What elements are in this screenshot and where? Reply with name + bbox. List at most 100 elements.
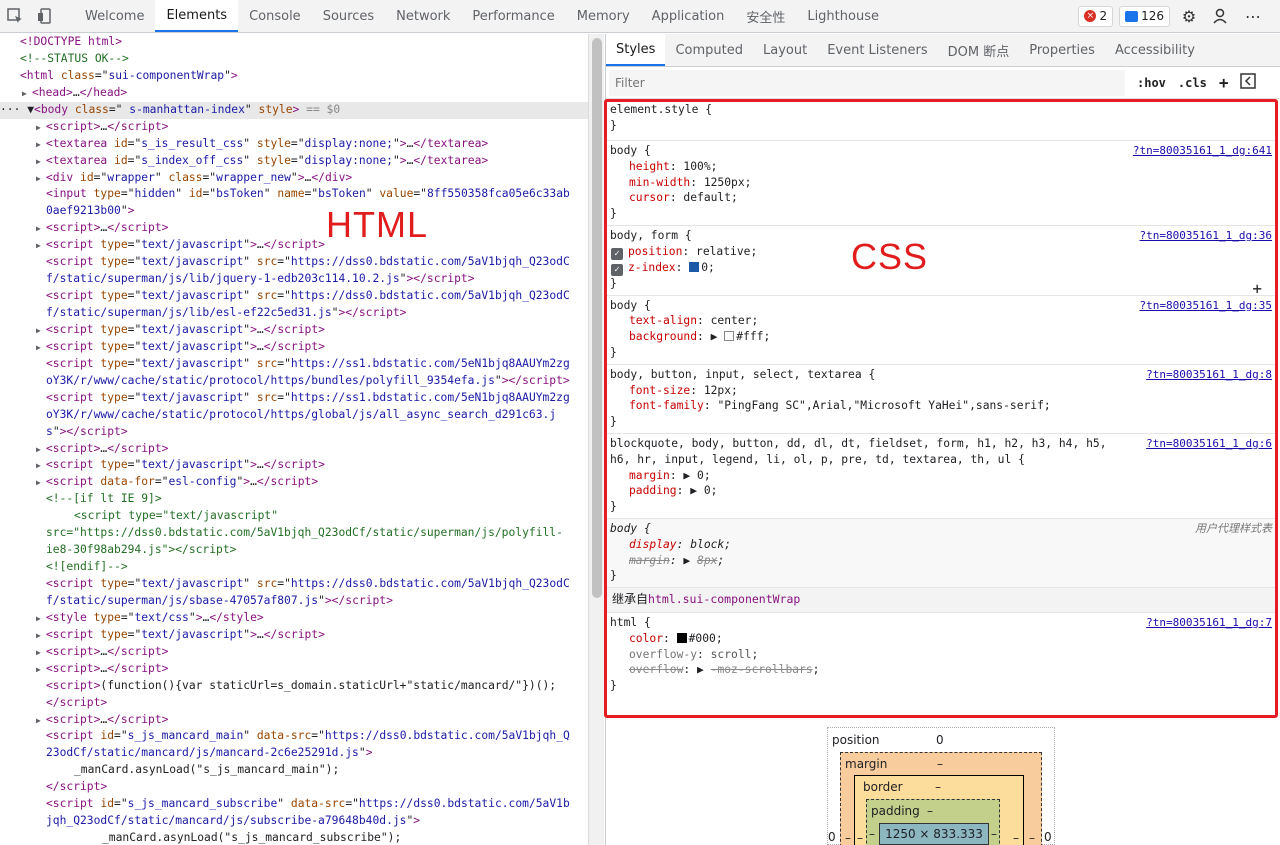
dom-node-line[interactable]: <script id="s_js_mancard_subscribe" data… (0, 796, 588, 813)
dom-node-line[interactable]: ▶ <script>…</script> (0, 661, 588, 678)
dom-node-line[interactable]: <html class="sui-componentWrap"> (0, 68, 588, 85)
dom-node-line[interactable]: <![endif]--> (0, 559, 588, 576)
dom-node-line[interactable]: _manCard.asynLoad("s_js_mancard_main"); (0, 762, 588, 779)
rule-source-link[interactable]: ?tn=80035161_1_dg:8 (1146, 367, 1272, 383)
margin-right-value[interactable]: – (1029, 831, 1035, 845)
expand-triangle-icon[interactable]: ▶ (36, 611, 46, 628)
dom-node-line[interactable]: src="https://dss0.bdstatic.com/5aV1bjqh_… (0, 525, 588, 542)
dom-node-line[interactable]: ▶ <head>…</head> (0, 85, 588, 102)
dom-node-line[interactable]: ▶ <script type="text/javascript">…</scrip… (0, 457, 588, 474)
tab-4[interactable]: Network (385, 0, 461, 32)
property-checkbox[interactable]: ✓ (611, 247, 623, 260)
expand-triangle-icon[interactable]: ▶ (36, 137, 46, 154)
tab-7[interactable]: Application (641, 0, 736, 32)
content-box-size[interactable]: 1250 × 833.333 (879, 823, 989, 845)
padding-left-value[interactable]: – (869, 827, 875, 841)
expand-triangle-icon[interactable]: ▶ (36, 628, 46, 645)
property-checkbox[interactable]: ✓ (611, 263, 623, 276)
tab-5[interactable]: Performance (461, 0, 565, 32)
margin-value[interactable]: – (937, 757, 943, 771)
dom-node-line[interactable]: <script type="text/javascript" src="http… (0, 356, 588, 373)
dom-node-line[interactable]: ▶ <script>…</script> (0, 119, 588, 136)
more-options-icon[interactable]: ⋯ (1240, 3, 1266, 29)
expand-triangle-icon[interactable]: ▶ (36, 340, 46, 357)
tab-3[interactable]: Sources (312, 0, 385, 32)
padding-right-value[interactable]: – (991, 827, 997, 841)
expand-triangle-icon[interactable]: ▶ (36, 323, 46, 340)
subtab-4[interactable]: DOM 断点 (938, 34, 1020, 66)
expand-triangle-icon[interactable]: ▶ (36, 645, 46, 662)
dom-node-line[interactable]: <!DOCTYPE html> (0, 34, 588, 51)
subtab-5[interactable]: Properties (1019, 34, 1105, 66)
dom-node-line[interactable]: ▶ <script>…</script> (0, 644, 588, 661)
elements-dom-tree[interactable]: <!DOCTYPE html> <!--STATUS OK--> <html cla… (0, 34, 588, 845)
expand-triangle-icon[interactable]: ▶ (22, 86, 32, 103)
expand-triangle-icon[interactable]: ▶ (36, 154, 46, 171)
expand-triangle-icon[interactable]: ▶ (36, 713, 46, 730)
dom-node-line[interactable]: ▶ <script data-for="esl-config">…</script… (0, 474, 588, 491)
rule-element-style[interactable]: element.style { } (606, 100, 1276, 141)
expand-triangle-icon[interactable]: ▶ (36, 442, 46, 459)
rule-body-form[interactable]: ?tn=80035161_1_dg:36 body, form { ✓ posit… (606, 226, 1276, 296)
dom-node-line[interactable]: ▶ <script>…</script> (0, 220, 588, 237)
border-right-value[interactable]: – (1013, 831, 1019, 845)
rule-user-agent-body[interactable]: 用户代理样式表 body { display: block; margin: ▶… (606, 518, 1276, 589)
dom-node-line[interactable]: jqh_Q23odCf/static/mancard/js/subscribe-… (0, 813, 588, 830)
elements-scrollbar[interactable] (588, 34, 604, 845)
rule-body-button-input[interactable]: ?tn=80035161_1_dg:8 body, button, input,… (606, 365, 1276, 434)
dom-node-line[interactable]: ▶ <textarea id="s_index_off_css" style="d… (0, 153, 588, 170)
tab-6[interactable]: Memory (566, 0, 641, 32)
rule-source-link[interactable]: ?tn=80035161_1_dg:36 (1140, 228, 1272, 244)
rule-reset[interactable]: ?tn=80035161_1_dg:6 blockquote, body, bu… (606, 434, 1276, 519)
dom-node-line[interactable]: ▶ <script type="text/javascript">…</scrip… (0, 339, 588, 356)
rule-body-1[interactable]: ?tn=80035161_1_dg:641 body { height: 100… (606, 141, 1276, 226)
padding-value[interactable]: – (927, 804, 933, 818)
tab-2[interactable]: Console (238, 0, 312, 32)
rule-source-link[interactable]: ?tn=80035161_1_dg:641 (1133, 143, 1272, 159)
rule-source-link[interactable]: ?tn=80035161_1_dg:35 (1140, 298, 1272, 314)
dom-node-line[interactable]: <input type="hidden" id="bsToken" name="… (0, 186, 588, 203)
rule-body-2[interactable]: ?tn=80035161_1_dg:35 body { text-align: … (606, 296, 1276, 365)
dom-node-line[interactable]: <script type="text/javascript" src="http… (0, 390, 588, 407)
dom-node-line[interactable]: ▶ <script type="text/javascript">…</scrip… (0, 237, 588, 254)
error-count-badge[interactable]: × 2 (1078, 5, 1114, 27)
dom-node-line[interactable]: ▶ <textarea id="s_is_result_css" style="d… (0, 136, 588, 153)
dom-node-line[interactable]: <!--[if lt IE 9]> (0, 491, 588, 508)
dom-node-line[interactable]: _manCard.asynLoad("s_js_mancard_subscrib… (0, 830, 588, 845)
expand-triangle-icon[interactable]: ▶ (36, 475, 46, 492)
expand-triangle-icon[interactable]: ▶ (36, 171, 46, 188)
dom-node-line[interactable]: f/static/superman/js/sbase-47057af807.js… (0, 593, 588, 610)
rule-source-link[interactable]: ?tn=80035161_1_dg:7 (1146, 615, 1272, 631)
dom-node-line[interactable]: <!--STATUS OK--> (0, 51, 588, 68)
dom-node-line[interactable]: 0aef9213b00"> (0, 203, 588, 220)
dom-node-line[interactable]: 23odCf/static/mancard/js/mancard-2c6e252… (0, 745, 588, 762)
dom-node-line[interactable]: f/static/superman/js/lib/esl-ef22c5ed31.… (0, 305, 588, 322)
dom-node-line[interactable]: <script id="s_js_mancard_main" data-src=… (0, 728, 588, 745)
expand-triangle-icon[interactable]: ▶ (36, 221, 46, 238)
dom-node-line[interactable]: </script> (0, 695, 588, 712)
subtab-2[interactable]: Layout (753, 34, 817, 66)
class-toggle-button[interactable]: .cls (1178, 76, 1207, 90)
expand-triangle-icon[interactable]: ▶ (36, 238, 46, 255)
dom-node-line[interactable]: ie8-30f98ab294.js"></script> (0, 542, 588, 559)
dom-node-line[interactable]: <script type="text/javascript" src="http… (0, 576, 588, 593)
elements-scroll-thumb[interactable] (592, 38, 602, 598)
dom-node-line[interactable]: ▶ <script type="text/javascript">…</scrip… (0, 627, 588, 644)
tab-9[interactable]: Lighthouse (796, 0, 890, 32)
dom-node-line[interactable]: </script> (0, 779, 588, 796)
hover-state-button[interactable]: :hov (1137, 76, 1166, 90)
border-left-value[interactable]: – (857, 831, 863, 845)
expand-triangle-icon[interactable]: ▶ (36, 120, 46, 137)
rule-html[interactable]: ?tn=80035161_1_dg:7 html { color: #000; … (606, 613, 1276, 697)
rule-source-link[interactable]: ?tn=80035161_1_dg:6 (1146, 436, 1272, 452)
border-value[interactable]: – (935, 780, 941, 794)
inspect-element-icon[interactable] (0, 0, 30, 32)
dom-node-line[interactable]: <script>(function(){var staticUrl=s_doma… (0, 678, 588, 695)
position-value[interactable]: 0 (936, 733, 944, 747)
message-count-badge[interactable]: 126 (1119, 5, 1170, 27)
dom-node-line[interactable]: ▶ <style type="text/css">…</style> (0, 610, 588, 627)
subtab-0[interactable]: Styles (606, 34, 666, 66)
dom-node-line[interactable]: f/static/superman/js/lib/jquery-1-edb203… (0, 271, 588, 288)
dom-node-line[interactable]: oY3K/r/www/cache/static/protocol/https/g… (0, 407, 588, 424)
dom-node-line[interactable]: ··· ▼<body class=" s-manhattan-index" st… (0, 101, 588, 119)
